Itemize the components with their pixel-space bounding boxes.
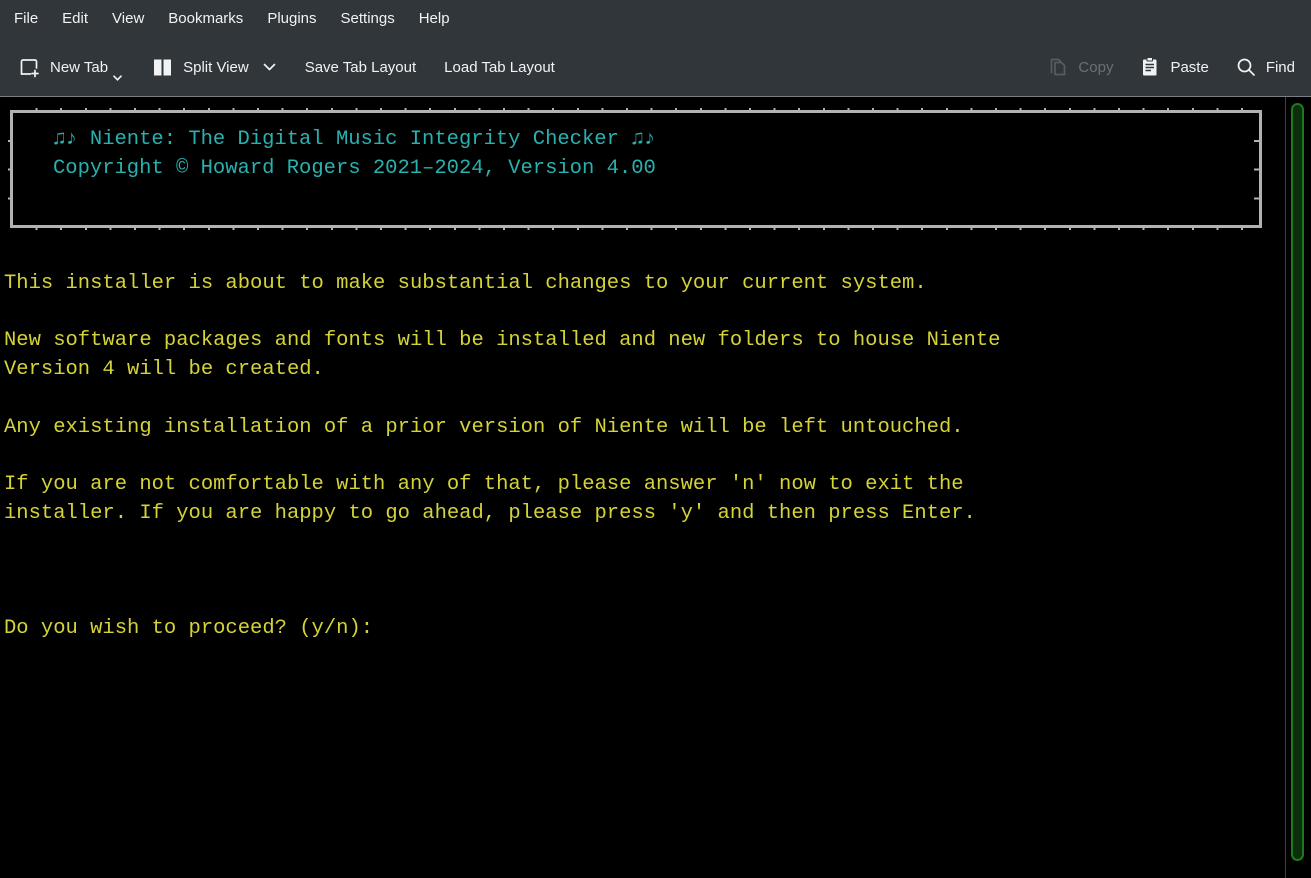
terminal-line-para4-2: installer. If you are happy to go ahead,…: [4, 500, 976, 529]
find-label: Find: [1266, 59, 1295, 76]
new-tab-icon: [18, 56, 41, 79]
save-tab-layout-label: Save Tab Layout: [305, 59, 416, 76]
terminal-line-para4-1: If you are not comfortable with any of t…: [4, 471, 964, 500]
menu-bar: File Edit View Bookmarks Plugins Setting…: [0, 0, 1311, 38]
toolbar-left-group: New Tab Split View Save Tab Layout: [18, 52, 555, 82]
banner-copyright: Copyright © Howard Rogers 2021–2024, Ver…: [53, 155, 656, 184]
split-view-button[interactable]: Split View: [151, 56, 277, 79]
new-tab-button[interactable]: New Tab: [18, 52, 123, 82]
terminal-line-para2-1: New software packages and fonts will be …: [4, 327, 1000, 356]
toolbar-right-group: Copy Paste Find: [1047, 56, 1295, 78]
menu-help[interactable]: Help: [407, 0, 462, 38]
paste-icon: [1139, 56, 1161, 78]
banner-box-right-ticks: [1254, 113, 1259, 225]
copy-button: Copy: [1047, 56, 1113, 78]
toolbar: New Tab Split View Save Tab Layout: [0, 38, 1311, 97]
scrollbar-thumb[interactable]: [1291, 103, 1304, 861]
menu-file[interactable]: File: [2, 0, 50, 38]
chevron-down-icon: [112, 74, 123, 82]
terminal-line-para3: Any existing installation of a prior ver…: [4, 414, 964, 443]
new-tab-label: New Tab: [50, 59, 108, 76]
terminal-screen[interactable]: ♫♪ Niente: The Digital Music Integrity C…: [0, 97, 1311, 878]
split-view-label: Split View: [183, 59, 249, 76]
menu-bookmarks[interactable]: Bookmarks: [156, 0, 255, 38]
chevron-down-icon: [262, 62, 277, 72]
banner-box-left-ticks: [8, 113, 13, 225]
banner-box-bottom-ticks: [13, 225, 1259, 230]
copy-icon: [1047, 56, 1069, 78]
terminal-line-para1: This installer is about to make substant…: [4, 270, 927, 299]
banner-box-top-ticks: [13, 108, 1259, 113]
split-view-icon: [151, 56, 174, 79]
find-button[interactable]: Find: [1235, 56, 1295, 78]
save-tab-layout-button[interactable]: Save Tab Layout: [305, 59, 416, 76]
menu-view[interactable]: View: [100, 0, 156, 38]
scrollbar-lane-divider: [1285, 97, 1286, 878]
terminal-line-para2-2: Version 4 will be created.: [4, 356, 324, 385]
konsole-window: File Edit View Bookmarks Plugins Setting…: [0, 0, 1311, 878]
load-tab-layout-button[interactable]: Load Tab Layout: [444, 59, 555, 76]
banner-title: ♫♪ Niente: The Digital Music Integrity C…: [53, 126, 656, 155]
paste-button[interactable]: Paste: [1139, 56, 1208, 78]
terminal-prompt: Do you wish to proceed? (y/n):: [4, 615, 373, 644]
load-tab-layout-label: Load Tab Layout: [444, 59, 555, 76]
copy-label: Copy: [1078, 59, 1113, 76]
menu-settings[interactable]: Settings: [329, 0, 407, 38]
menu-edit[interactable]: Edit: [50, 0, 100, 38]
menu-plugins[interactable]: Plugins: [255, 0, 328, 38]
find-icon: [1235, 56, 1257, 78]
paste-label: Paste: [1170, 59, 1208, 76]
